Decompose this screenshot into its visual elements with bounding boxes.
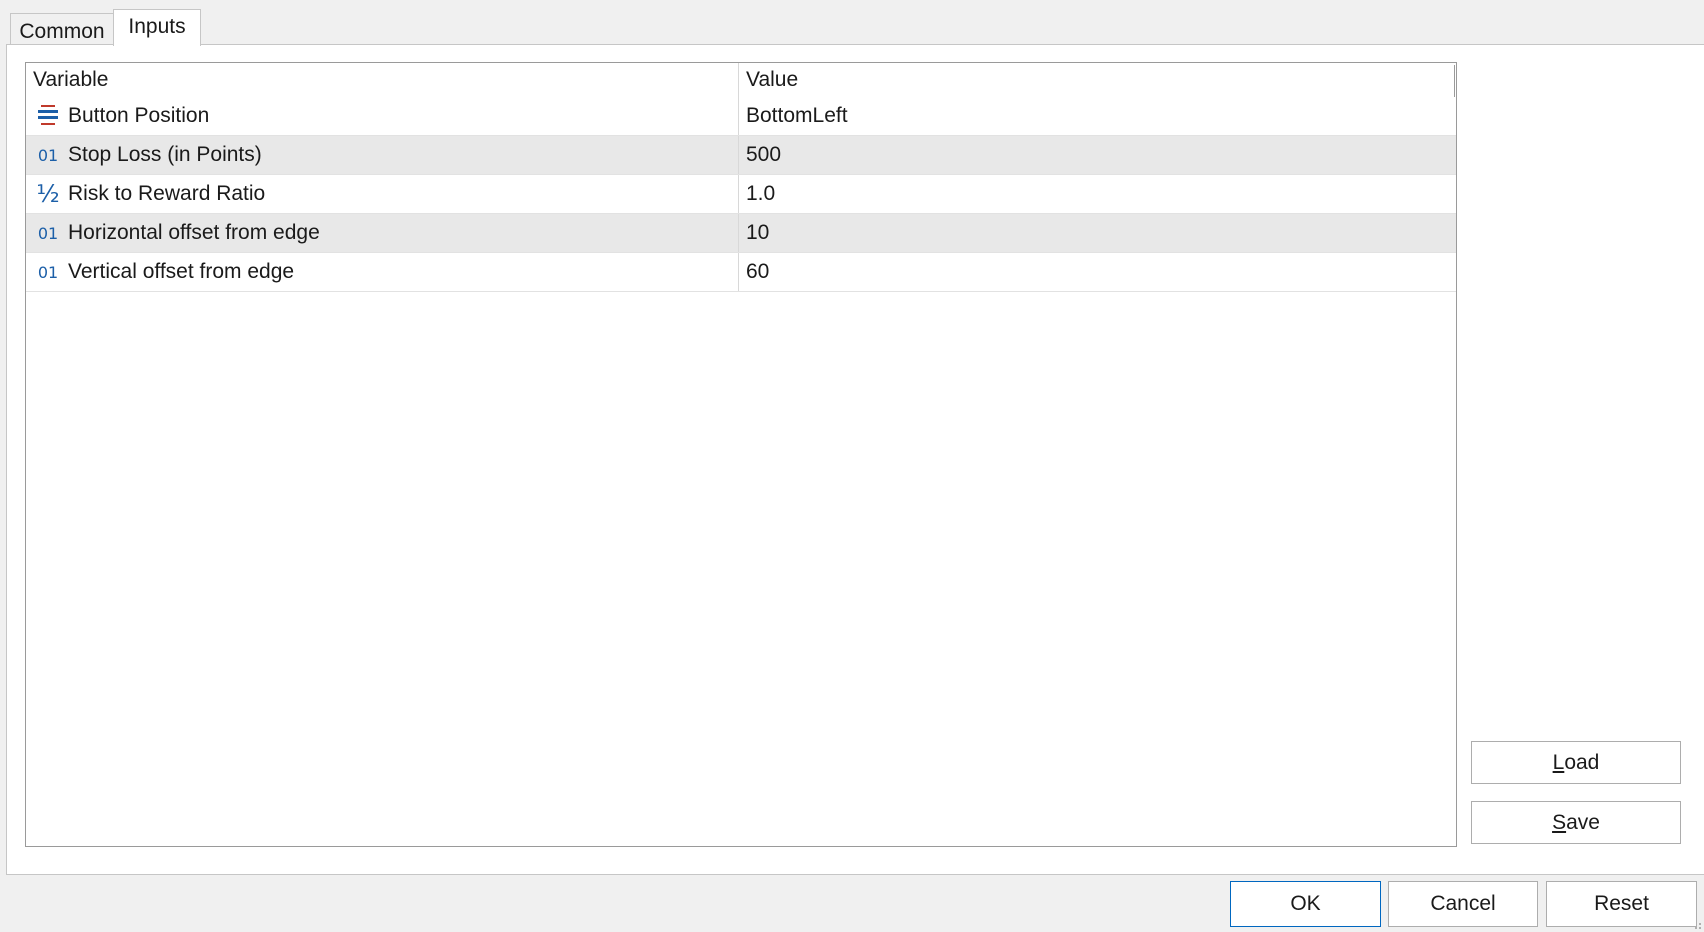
value-cell[interactable]: BottomLeft bbox=[739, 97, 1456, 135]
variable-cell[interactable]: 01 Stop Loss (in Points) bbox=[26, 136, 739, 174]
value-cell[interactable]: 10 bbox=[739, 214, 1456, 252]
variable-value: BottomLeft bbox=[746, 104, 848, 127]
column-resize-handle[interactable] bbox=[1454, 65, 1455, 97]
load-button-accelerator: L bbox=[1552, 750, 1565, 774]
enum-list-icon bbox=[34, 102, 62, 130]
variable-name: Vertical offset from edge bbox=[68, 260, 295, 283]
table-row[interactable]: ½ Risk to Reward Ratio 1.0 bbox=[26, 175, 1456, 214]
load-button[interactable]: Load bbox=[1471, 741, 1681, 784]
variable-name: Horizontal offset from edge bbox=[68, 221, 320, 244]
inputs-grid[interactable]: Variable Value Button Position BottomLef… bbox=[25, 62, 1457, 847]
variable-cell[interactable]: 01 Vertical offset from edge bbox=[26, 253, 739, 291]
variable-name: Button Position bbox=[68, 104, 210, 127]
ok-button[interactable]: OK bbox=[1230, 881, 1381, 927]
table-row[interactable]: 01 Vertical offset from edge 60 bbox=[26, 253, 1456, 292]
tab-common[interactable]: Common bbox=[10, 13, 114, 45]
variable-value: 60 bbox=[746, 260, 770, 283]
variable-value: 500 bbox=[746, 143, 782, 166]
value-cell[interactable]: 500 bbox=[739, 136, 1456, 174]
integer-01-icon: 01 bbox=[37, 262, 59, 282]
cancel-button[interactable]: Cancel bbox=[1388, 881, 1538, 927]
variable-value: 1.0 bbox=[746, 182, 776, 205]
variable-cell[interactable]: 01 Horizontal offset from edge bbox=[26, 214, 739, 252]
save-button-accelerator: S bbox=[1552, 810, 1567, 834]
variable-cell[interactable]: Button Position bbox=[26, 97, 739, 135]
value-cell[interactable]: 1.0 bbox=[739, 175, 1456, 213]
variable-name: Risk to Reward Ratio bbox=[68, 182, 266, 205]
integer-01-icon: 01 bbox=[37, 223, 59, 243]
variable-cell[interactable]: ½ Risk to Reward Ratio bbox=[26, 175, 739, 213]
variable-name: Stop Loss (in Points) bbox=[68, 143, 262, 166]
save-button[interactable]: Save bbox=[1471, 801, 1681, 844]
integer-01-icon: 01 bbox=[37, 145, 59, 165]
table-row[interactable]: 01 Stop Loss (in Points) 500 bbox=[26, 136, 1456, 175]
column-header-variable[interactable]: Variable bbox=[26, 63, 739, 97]
resize-grip-icon[interactable] bbox=[1692, 920, 1702, 930]
load-button-label: oad bbox=[1564, 750, 1600, 774]
column-header-value[interactable]: Value bbox=[739, 63, 1456, 97]
save-button-label: ave bbox=[1566, 810, 1600, 834]
tab-inputs[interactable]: Inputs bbox=[113, 9, 201, 46]
value-cell[interactable]: 60 bbox=[739, 253, 1456, 291]
fraction-half-icon: ½ bbox=[36, 180, 60, 208]
variable-value: 10 bbox=[746, 221, 770, 244]
reset-button[interactable]: Reset bbox=[1546, 881, 1697, 927]
table-row[interactable]: Button Position BottomLeft bbox=[26, 97, 1456, 136]
table-row[interactable]: 01 Horizontal offset from edge 10 bbox=[26, 214, 1456, 253]
